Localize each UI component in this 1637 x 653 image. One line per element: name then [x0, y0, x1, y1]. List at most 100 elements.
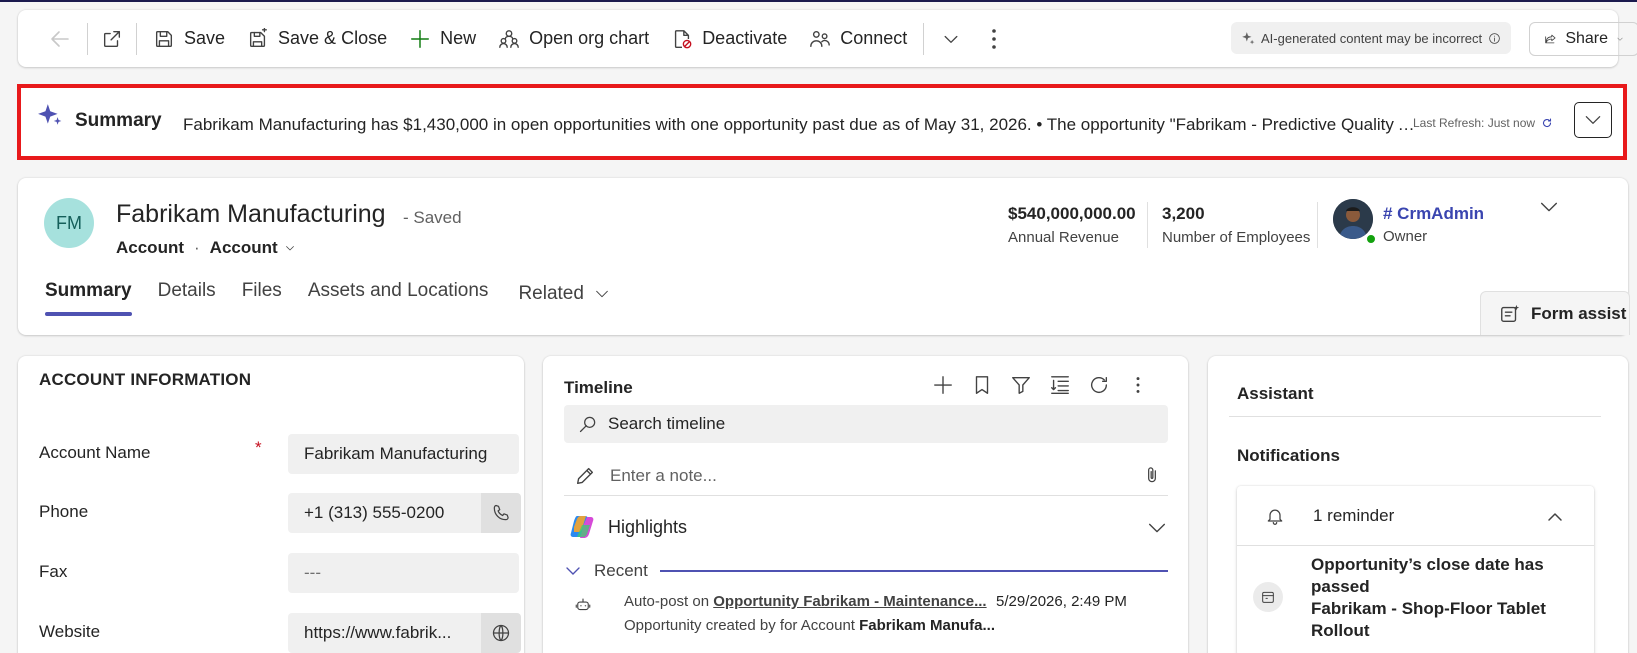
- opportunity-link[interactable]: Opportunity Fabrikam - Maintenance...: [713, 593, 986, 610]
- save-and-close-label: Save & Close: [278, 28, 388, 48]
- calendar-icon: [1262, 591, 1274, 603]
- save-label: Save: [184, 28, 226, 48]
- deactivate-label: Deactivate: [702, 28, 788, 48]
- summary-text: Fabrikam Manufacturing has $1,430,000 in…: [183, 115, 1418, 134]
- last-refresh-text: Last Refresh: Just now: [1413, 116, 1536, 130]
- tab-related[interactable]: Related: [518, 271, 610, 316]
- connect-people-icon: [810, 30, 831, 47]
- entity-name: Account: [116, 238, 184, 257]
- fax-field: Fax ---: [39, 553, 519, 593]
- overflow-menu-button[interactable]: [973, 19, 1015, 59]
- field-label: Website: [39, 622, 101, 641]
- reminder-header[interactable]: 1 reminder: [1237, 486, 1594, 546]
- reminder-subject: Fabrikam - Shop-Floor Tablet Rollout: [1311, 599, 1546, 640]
- expand-summary-button[interactable]: [1574, 102, 1612, 138]
- new-label: New: [440, 28, 477, 48]
- open-org-chart-button[interactable]: Open org chart: [487, 19, 660, 59]
- tab-details[interactable]: Details: [158, 271, 216, 316]
- reminder-card: 1 reminder Opportunity’s close date has …: [1237, 486, 1594, 653]
- website-field: Website https://www.fabrik...: [39, 613, 521, 653]
- open-org-chart-label: Open org chart: [529, 28, 650, 48]
- highlights-label: Highlights: [608, 516, 688, 537]
- reminder-content[interactable]: Opportunity’s close date has passed Fabr…: [1311, 554, 1571, 642]
- form-assist-label: Form assist: [1531, 303, 1627, 323]
- connect-button[interactable]: Connect: [798, 19, 918, 59]
- bell-icon: [1267, 509, 1283, 525]
- expand-header-chevron-icon[interactable]: [1538, 196, 1560, 218]
- post-prefix: Auto-post on: [624, 593, 710, 610]
- form-assist-button[interactable]: Form assist: [1480, 291, 1630, 335]
- record-title: Fabrikam Manufacturing: [116, 200, 386, 228]
- bot-icon: [575, 598, 591, 611]
- call-button[interactable]: [481, 493, 521, 533]
- toolbar-divider: [923, 22, 925, 55]
- post-line-2: Opportunity created by for Account Fabri…: [624, 617, 995, 634]
- open-website-button[interactable]: [481, 613, 521, 653]
- add-icon[interactable]: [932, 374, 954, 396]
- owner-label: Owner: [1383, 228, 1428, 245]
- recent-divider: [659, 570, 1168, 572]
- search-icon: [579, 416, 596, 433]
- last-refresh: Last Refresh: Just now: [1413, 116, 1553, 130]
- save-and-close-button[interactable]: Save & Close: [236, 19, 398, 59]
- share-button[interactable]: Share: [1529, 22, 1637, 56]
- tab-assets-and-locations[interactable]: Assets and Locations: [308, 271, 489, 316]
- chevron-down-icon: [566, 567, 580, 575]
- more-vertical-icon[interactable]: [1127, 374, 1149, 396]
- account-name-input[interactable]: Fabrikam Manufacturing: [288, 434, 519, 474]
- info-icon[interactable]: [1488, 32, 1501, 45]
- plus-icon: [411, 29, 430, 48]
- employees-value: 3,200: [1162, 204, 1205, 223]
- save-and-close-icon: [250, 27, 267, 47]
- field-label: Phone: [39, 502, 89, 521]
- copilot-sparkle-icon: [38, 104, 62, 125]
- website-input[interactable]: https://www.fabrik...: [288, 613, 481, 653]
- more-commands-dropdown[interactable]: [929, 19, 973, 59]
- refresh-icon[interactable]: [1088, 374, 1110, 396]
- back-button[interactable]: [38, 19, 82, 59]
- kpi-divider: [1317, 202, 1318, 248]
- more-vertical-icon: [992, 28, 997, 49]
- save-button[interactable]: Save: [142, 19, 236, 59]
- timeline-section: Timeline Search timeline Enter a note...…: [543, 356, 1188, 653]
- pencil-icon: [576, 467, 594, 484]
- account-avatar: FM: [44, 198, 94, 248]
- tab-summary[interactable]: Summary: [45, 271, 132, 316]
- assistant-section: Assistant Notifications 1 reminder Oppor…: [1208, 356, 1628, 653]
- deactivate-button[interactable]: Deactivate: [660, 19, 798, 59]
- share-label: Share: [1565, 30, 1609, 47]
- owner-link[interactable]: # CrmAdmin: [1383, 204, 1484, 224]
- post-date: 5/29/2026, 2:49 PM: [996, 593, 1127, 610]
- tab-files[interactable]: Files: [242, 271, 282, 316]
- form-selector[interactable]: Account: [210, 238, 296, 258]
- employees-label: Number of Employees: [1162, 229, 1311, 246]
- notifications-title: Notifications: [1237, 446, 1340, 465]
- timeline-search-input[interactable]: Search timeline: [564, 405, 1168, 443]
- form-name: Account: [209, 238, 278, 257]
- open-in-new-window-button[interactable]: [93, 19, 131, 59]
- filter-icon[interactable]: [1010, 374, 1032, 396]
- fax-input[interactable]: ---: [288, 553, 519, 593]
- annual-revenue-label: Annual Revenue: [1008, 229, 1119, 246]
- note-input[interactable]: Enter a note...: [564, 456, 1168, 496]
- reminder-type: [1253, 582, 1283, 612]
- record-type: Account · Account: [116, 238, 296, 258]
- refresh-icon[interactable]: [1541, 117, 1553, 129]
- share-icon: [1545, 34, 1556, 44]
- highlights-header[interactable]: Highlights: [568, 513, 1168, 541]
- phone-input[interactable]: +1 (313) 555-0200: [288, 493, 481, 533]
- attachment-icon[interactable]: [1142, 465, 1162, 485]
- toolbar-divider: [136, 22, 137, 55]
- sort-list-icon[interactable]: [1049, 374, 1071, 396]
- bookmark-icon[interactable]: [971, 374, 993, 396]
- arrow-left-icon: [51, 30, 69, 47]
- new-button[interactable]: New: [398, 19, 487, 59]
- save-status: - Saved: [403, 208, 462, 227]
- assistant-title: Assistant: [1237, 384, 1314, 403]
- record-tabs: Summary Details Files Assets and Locatio…: [45, 271, 636, 316]
- recent-group-header[interactable]: Recent: [564, 561, 1168, 581]
- section-title: ACCOUNT INFORMATION: [39, 370, 252, 389]
- toolbar-divider: [87, 22, 88, 55]
- chevron-up-icon: [1548, 513, 1562, 521]
- phone-icon: [493, 504, 509, 521]
